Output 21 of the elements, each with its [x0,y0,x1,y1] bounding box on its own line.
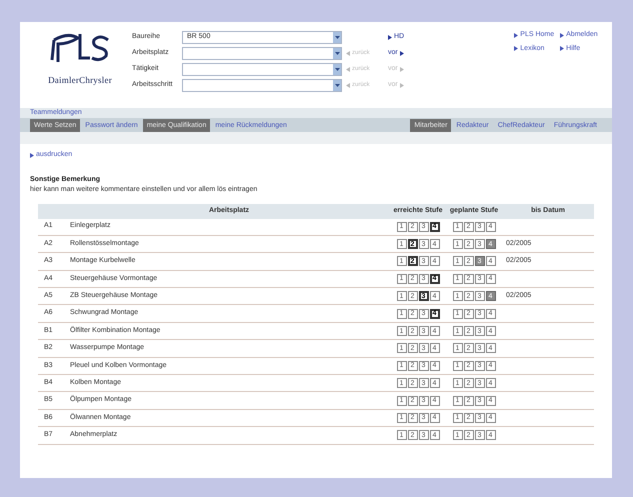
left-arrow-icon [346,50,350,56]
right-arrow-icon [400,50,404,56]
dropdown-icon [334,36,340,38]
dropdown-icon [334,84,340,86]
right-arrow-icon [560,32,564,38]
right-arrow-icon [400,66,404,72]
select-field[interactable] [182,62,342,76]
dropdown-icon [334,52,340,54]
right-arrow-icon [400,82,404,88]
select-field[interactable] [182,78,342,92]
brand-name: DaimlerChrysler [48,74,112,87]
right-arrow-icon [560,46,564,52]
right-arrow-icon [388,34,392,40]
left-arrow-icon [346,66,350,72]
right-arrow-icon [514,46,518,52]
logo-icon [48,32,112,64]
left-arrow-icon [346,82,350,88]
right-arrow-icon [30,152,34,158]
right-arrow-icon [514,32,518,38]
select-field[interactable] [182,46,342,60]
dropdown-icon [334,68,340,70]
